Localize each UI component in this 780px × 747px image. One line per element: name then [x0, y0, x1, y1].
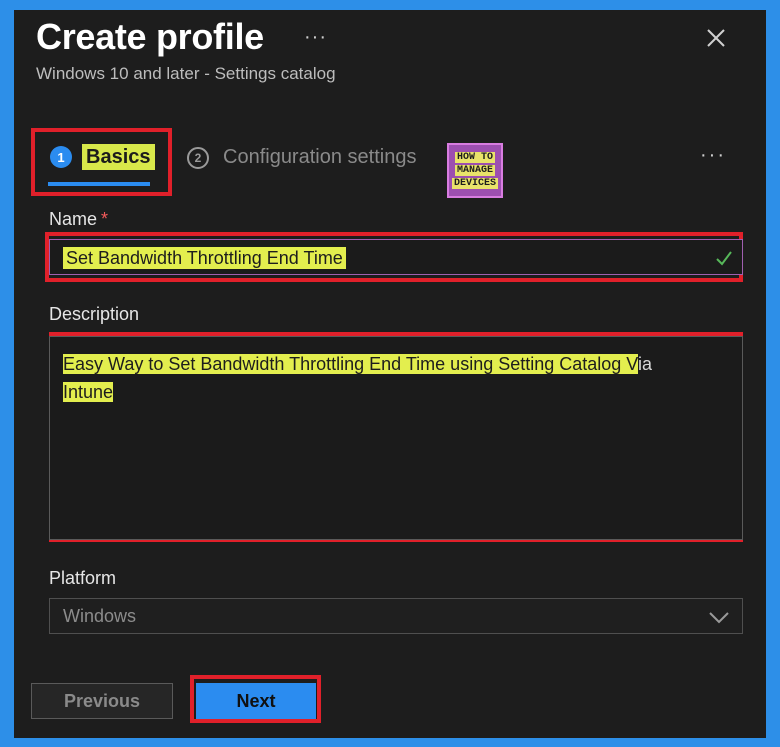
name-field[interactable]: Set Bandwidth Throttling End Time: [49, 239, 743, 275]
description-text-line1: Easy Way to Set Bandwidth Throttling End…: [63, 354, 638, 374]
chevron-down-icon: [709, 612, 729, 624]
page-subtitle: Windows 10 and later - Settings catalog: [36, 64, 336, 83]
how-to-manage-devices-logo: HOW TO MANAGE DEVICES: [447, 143, 503, 198]
logo-line-2: MANAGE: [454, 165, 495, 176]
page-title: Create profile: [36, 16, 264, 57]
description-value: Easy Way to Set Bandwidth Throttling End…: [63, 350, 723, 406]
checkmark-icon: [716, 251, 732, 266]
description-text-line2: Intune: [63, 382, 114, 402]
create-profile-panel: Create profile ··· Windows 10 and later …: [14, 10, 766, 738]
more-options-icon[interactable]: ···: [304, 26, 327, 49]
tabs-more-icon[interactable]: ···: [700, 144, 726, 167]
tab-basics[interactable]: 1 Basics: [50, 144, 155, 170]
platform-label: Platform: [49, 568, 117, 588]
logo-line-3: DEVICES: [451, 178, 498, 189]
name-label: Name *: [49, 209, 108, 230]
close-icon[interactable]: [704, 26, 728, 50]
platform-value: Windows: [63, 606, 137, 626]
name-value: Set Bandwidth Throttling End Time: [63, 247, 346, 269]
previous-button[interactable]: Previous: [31, 683, 173, 719]
step-number-2: 2: [187, 146, 209, 169]
tab-configuration-settings[interactable]: 2 Configuration settings: [187, 146, 416, 169]
name-label-text: Name: [49, 209, 98, 229]
description-field[interactable]: Easy Way to Set Bandwidth Throttling End…: [49, 336, 743, 540]
active-tab-indicator: [48, 182, 150, 186]
description-text-line1-rest: ia: [637, 354, 652, 374]
description-label: Description: [49, 304, 140, 324]
tab-basics-label: Basics: [82, 144, 155, 170]
tab-configuration-settings-label: Configuration settings: [223, 146, 417, 168]
platform-dropdown[interactable]: Windows: [49, 598, 743, 634]
required-marker: *: [101, 209, 109, 229]
next-button[interactable]: Next: [196, 683, 316, 719]
step-number-1: 1: [50, 146, 72, 168]
logo-line-1: HOW TO: [454, 152, 495, 163]
